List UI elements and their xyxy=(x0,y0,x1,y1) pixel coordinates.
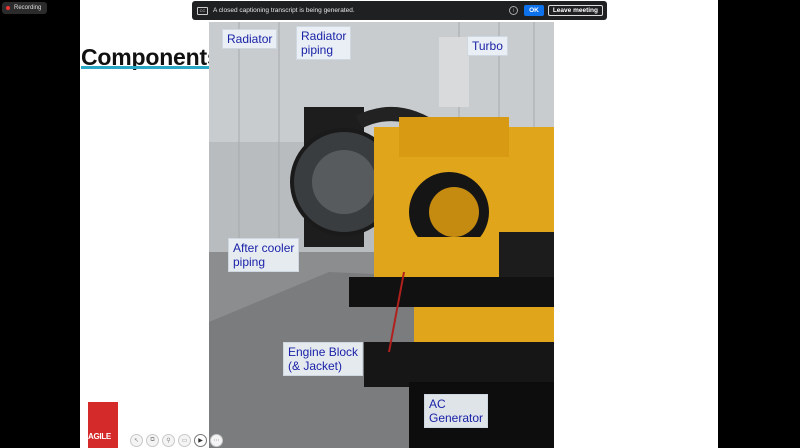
callout-radiator-piping: Radiator piping xyxy=(296,26,352,60)
ok-button[interactable]: OK xyxy=(524,5,544,16)
recording-indicator[interactable]: Recording xyxy=(2,2,48,14)
callout-turbo: Turbo xyxy=(467,36,508,56)
generator-photo: Radiator Radiator piping Turbo After coo… xyxy=(209,22,554,448)
video-icon[interactable]: ▶ xyxy=(194,434,207,447)
leave-meeting-button[interactable]: Leave meeting xyxy=(547,5,603,16)
zoom-icon[interactable]: ⚲ xyxy=(162,434,175,447)
title-underline xyxy=(81,66,221,69)
callout-after-cooler-piping: After cooler piping xyxy=(228,238,300,272)
record-dot-icon xyxy=(6,6,10,10)
shared-slide: Components Radiator Radiator piping Turb… xyxy=(80,0,718,448)
agile-logo xyxy=(88,402,118,448)
closed-caption-icon: CC xyxy=(197,6,208,15)
generator-illustration xyxy=(209,22,554,448)
more-icon[interactable]: ⋯ xyxy=(210,434,223,447)
cc-notification-banner: CC A closed captioning transcript is bei… xyxy=(192,1,607,20)
slides-icon[interactable]: ▭ xyxy=(178,434,191,447)
cc-banner-text: A closed captioning transcript is being … xyxy=(213,7,355,14)
info-icon[interactable]: i xyxy=(509,6,519,15)
presentation-toolbar: ↖ ⧉ ⚲ ▭ ▶ ⋯ xyxy=(130,434,223,447)
callout-radiator: Radiator xyxy=(222,29,278,49)
recording-label: Recording xyxy=(14,5,42,11)
copy-icon[interactable]: ⧉ xyxy=(146,434,159,447)
callout-engine-block: Engine Block (& Jacket) xyxy=(283,342,364,376)
callout-ac-generator: AC Generator xyxy=(424,394,489,428)
agile-logo-text: AGILE xyxy=(88,432,111,441)
pointer-icon[interactable]: ↖ xyxy=(130,434,143,447)
